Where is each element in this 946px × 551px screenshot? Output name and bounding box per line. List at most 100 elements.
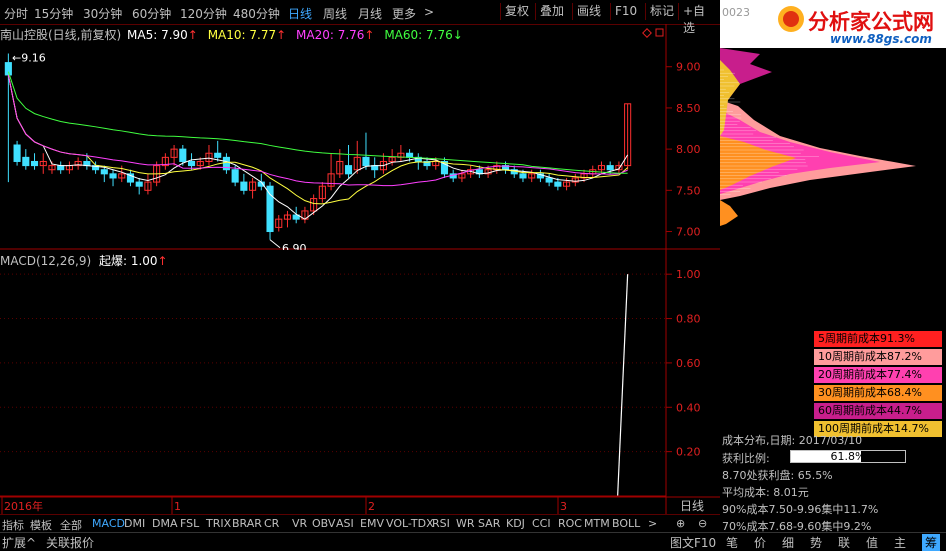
cost-row-4: 60周期前成本44.7% xyxy=(814,403,942,419)
side-tab-7[interactable]: 筹 xyxy=(922,534,940,551)
price-tick-label: 9.00 xyxy=(676,61,701,74)
candle-body[interactable] xyxy=(180,149,186,161)
indicator-tab-6[interactable]: FSL xyxy=(180,517,199,530)
indicator-tab-10[interactable]: VR xyxy=(292,517,307,530)
indicator-tab-19[interactable]: CCI xyxy=(532,517,551,530)
indicator-tab-18[interactable]: KDJ xyxy=(506,517,525,530)
indicator-tab-2[interactable]: 全部 xyxy=(60,517,82,533)
toolbar-button-1[interactable]: 叠加 xyxy=(535,3,568,20)
side-tab-3[interactable]: 势 xyxy=(810,534,822,551)
candle-body[interactable] xyxy=(31,161,37,165)
candlestick-chart[interactable]: 9.00 8.50 8.00 7.50 7.00 ←9.16 6.90 xyxy=(0,24,720,250)
indicator-tab-20[interactable]: ROC xyxy=(558,517,582,530)
side-tab-1[interactable]: 价 xyxy=(754,534,766,551)
side-tab-5[interactable]: 值 xyxy=(866,534,878,551)
candle-body[interactable] xyxy=(241,182,247,190)
stock-code-field[interactable]: 0023 xyxy=(722,6,750,19)
candle-body[interactable] xyxy=(136,182,142,186)
zoom-in-icon[interactable]: ⊕ xyxy=(676,517,685,530)
high-price-label: ←9.16 xyxy=(12,52,46,65)
price-tick-label: 7.50 xyxy=(676,184,701,197)
indicator-tab-21[interactable]: MTM xyxy=(584,517,610,530)
ratio-label: 获利比例: xyxy=(722,450,770,466)
candle-body[interactable] xyxy=(101,170,107,174)
candle-body[interactable] xyxy=(23,157,29,165)
period-2[interactable]: 30分钟 xyxy=(83,5,122,22)
macd-tick-label: 0.80 xyxy=(676,313,701,326)
ma20-line xyxy=(8,75,627,186)
period-1[interactable]: 15分钟 xyxy=(34,5,73,22)
side-tab-6[interactable]: 主 xyxy=(894,534,906,551)
indicator-tab-3[interactable]: MACD xyxy=(92,517,125,530)
candle-body[interactable] xyxy=(110,174,116,178)
candle-body[interactable] xyxy=(215,153,221,157)
ma10-line xyxy=(8,75,627,204)
period-3[interactable]: 60分钟 xyxy=(132,5,171,22)
candle-body[interactable] xyxy=(607,166,613,170)
chevron-right-icon[interactable]: > xyxy=(648,517,657,530)
indicator-tab-13[interactable]: EMV xyxy=(360,517,384,530)
indicator-tab-11[interactable]: OBV xyxy=(312,517,335,530)
period-4[interactable]: 120分钟 xyxy=(180,5,227,22)
candle-body[interactable] xyxy=(345,166,351,174)
graphic-f10-button[interactable]: 图文F10 xyxy=(670,534,716,551)
indicator-tab-1[interactable]: 模板 xyxy=(30,517,52,533)
date-label: 2 xyxy=(368,500,375,513)
cost-distribution-chart xyxy=(720,40,946,240)
toolbar-button-4[interactable]: 标记 xyxy=(645,3,678,20)
side-tab-2[interactable]: 细 xyxy=(782,534,794,551)
macd-tick-label: 0.60 xyxy=(676,357,701,370)
toolbar-button-2[interactable]: 画线 xyxy=(572,3,605,20)
side-tab-4[interactable]: 联 xyxy=(838,534,850,551)
cost-row-2: 20周期前成本77.4% xyxy=(814,367,942,383)
status-bar: 扩展^ 关联报价 图文F10 xyxy=(0,532,720,550)
macd-tick-label: 1.00 xyxy=(676,268,701,281)
cost-row-3: 30周期前成本68.4% xyxy=(814,385,942,401)
period-8[interactable]: 月线 xyxy=(358,5,382,22)
indicator-tabs: 指标 模板 全部 MACD DMI DMA FSL TRIX BRAR CR VR OBV ASI EMV… xyxy=(0,514,720,533)
logo-icon xyxy=(776,4,806,34)
period-6[interactable]: 日线 xyxy=(288,5,312,22)
status-button-0[interactable]: 扩展^ xyxy=(2,534,36,551)
side-panel-tabs: 笔价细势联值主筹 xyxy=(720,532,946,550)
indicator-tab-12[interactable]: ASI xyxy=(336,517,354,530)
period-9[interactable]: 更多 xyxy=(392,5,416,22)
indicator-tab-16[interactable]: WR xyxy=(456,517,475,530)
candle-body[interactable] xyxy=(546,178,552,182)
status-button-1[interactable]: 关联报价 xyxy=(46,534,94,551)
candle-body[interactable] xyxy=(267,186,273,231)
candle-body[interactable] xyxy=(14,145,20,161)
candle-body[interactable] xyxy=(188,161,194,165)
candle-body[interactable] xyxy=(363,157,369,165)
diamond-icon[interactable] xyxy=(643,29,651,37)
candle-body[interactable] xyxy=(555,182,561,186)
toolbar-button-0[interactable]: 复权 xyxy=(500,3,533,20)
indicator-tab-22[interactable]: BOLL xyxy=(612,517,640,530)
chevron-right-icon[interactable]: > xyxy=(424,5,434,19)
indicator-tab-0[interactable]: 指标 xyxy=(2,517,24,533)
indicator-tab-4[interactable]: DMI xyxy=(124,517,145,530)
candle-body[interactable] xyxy=(232,170,238,182)
candle-body[interactable] xyxy=(58,166,64,170)
indicator-tab-15[interactable]: RSI xyxy=(432,517,450,530)
indicator-tab-17[interactable]: SAR xyxy=(478,517,500,530)
toolbar-button-5[interactable]: +自选 xyxy=(678,3,720,20)
indicator-tab-8[interactable]: BRAR xyxy=(232,517,262,530)
square-icon[interactable] xyxy=(656,29,663,36)
date-unit-label: 日线 xyxy=(680,499,704,513)
macd-tick-label: 0.40 xyxy=(676,401,701,414)
price-tick-label: 7.00 xyxy=(676,226,701,239)
indicator-tab-7[interactable]: TRIX xyxy=(206,517,231,530)
toolbar-button-3[interactable]: F10 xyxy=(610,3,641,20)
period-0[interactable]: 分时 xyxy=(4,5,28,22)
macd-chart[interactable]: 1.00 0.80 0.60 0.40 0.20 2016年 1 2 3 日线 xyxy=(0,250,720,514)
period-7[interactable]: 周线 xyxy=(323,5,347,22)
cost-date: 成本分布,日期: 2017/03/10 xyxy=(722,432,862,448)
period-5[interactable]: 480分钟 xyxy=(233,5,280,22)
side-tab-0[interactable]: 笔 xyxy=(726,534,738,551)
indicator-tab-14[interactable]: VOL-TDX xyxy=(386,517,434,530)
indicator-tab-5[interactable]: DMA xyxy=(152,517,178,530)
candle-body[interactable] xyxy=(520,174,526,178)
zoom-out-icon[interactable]: ⊖ xyxy=(698,517,707,530)
indicator-tab-9[interactable]: CR xyxy=(264,517,279,530)
